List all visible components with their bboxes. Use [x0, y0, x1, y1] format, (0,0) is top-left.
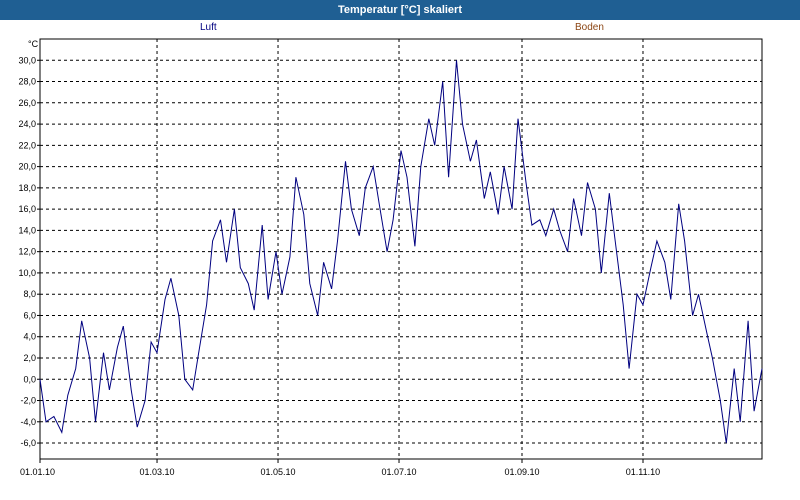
y-tick-label: 18,0	[18, 183, 36, 193]
y-tick-label: 16,0	[18, 204, 36, 214]
grid	[40, 39, 762, 459]
y-tick-label: 2,0	[23, 353, 36, 363]
y-tick-label: 6,0	[23, 310, 36, 320]
y-tick-label: 26,0	[18, 98, 36, 108]
y-tick-label: 24,0	[18, 119, 36, 129]
y-tick-label: 20,0	[18, 162, 36, 172]
y-tick-label: 28,0	[18, 77, 36, 87]
y-tick-label: -6,0	[20, 438, 36, 448]
y-tick-label: 30,0	[18, 55, 36, 65]
y-tick-label: -4,0	[20, 417, 36, 427]
y-axis-unit: °C	[28, 39, 39, 49]
y-tick-label: 0,0	[23, 374, 36, 384]
x-axis: 01.01.10 01.03.10 01.05.10 01.07.10 01.09.10…	[20, 459, 660, 477]
x-tick-label: 01.07.10	[381, 467, 416, 477]
x-tick-label: 01.09.10	[504, 467, 539, 477]
y-tick-label: 22,0	[18, 140, 36, 150]
y-tick-label: 4,0	[23, 332, 36, 342]
y-tick-label: 14,0	[18, 225, 36, 235]
x-tick-label: 01.01.10	[20, 467, 55, 477]
x-tick-label: 01.05.10	[260, 467, 295, 477]
y-tick-label: -2,0	[20, 396, 36, 406]
plot-frame	[39, 38, 763, 460]
x-tick-label: 01.03.10	[140, 467, 175, 477]
y-tick-label: 10,0	[18, 268, 36, 278]
y-tick-label: 8,0	[23, 289, 36, 299]
temperature-chart: -6,0 -4,0 -2,0 0,0 2,0 4,0 6,0 8,0 10,0 12,0 14,0 1…	[18, 38, 763, 477]
y-axis: -6,0 -4,0 -2,0 0,0 2,0 4,0 6,0 8,0 10,0 12,0 14,0 1…	[18, 55, 40, 448]
x-tick-label: 01.11.10	[626, 467, 660, 477]
y-tick-label: 12,0	[18, 247, 36, 257]
